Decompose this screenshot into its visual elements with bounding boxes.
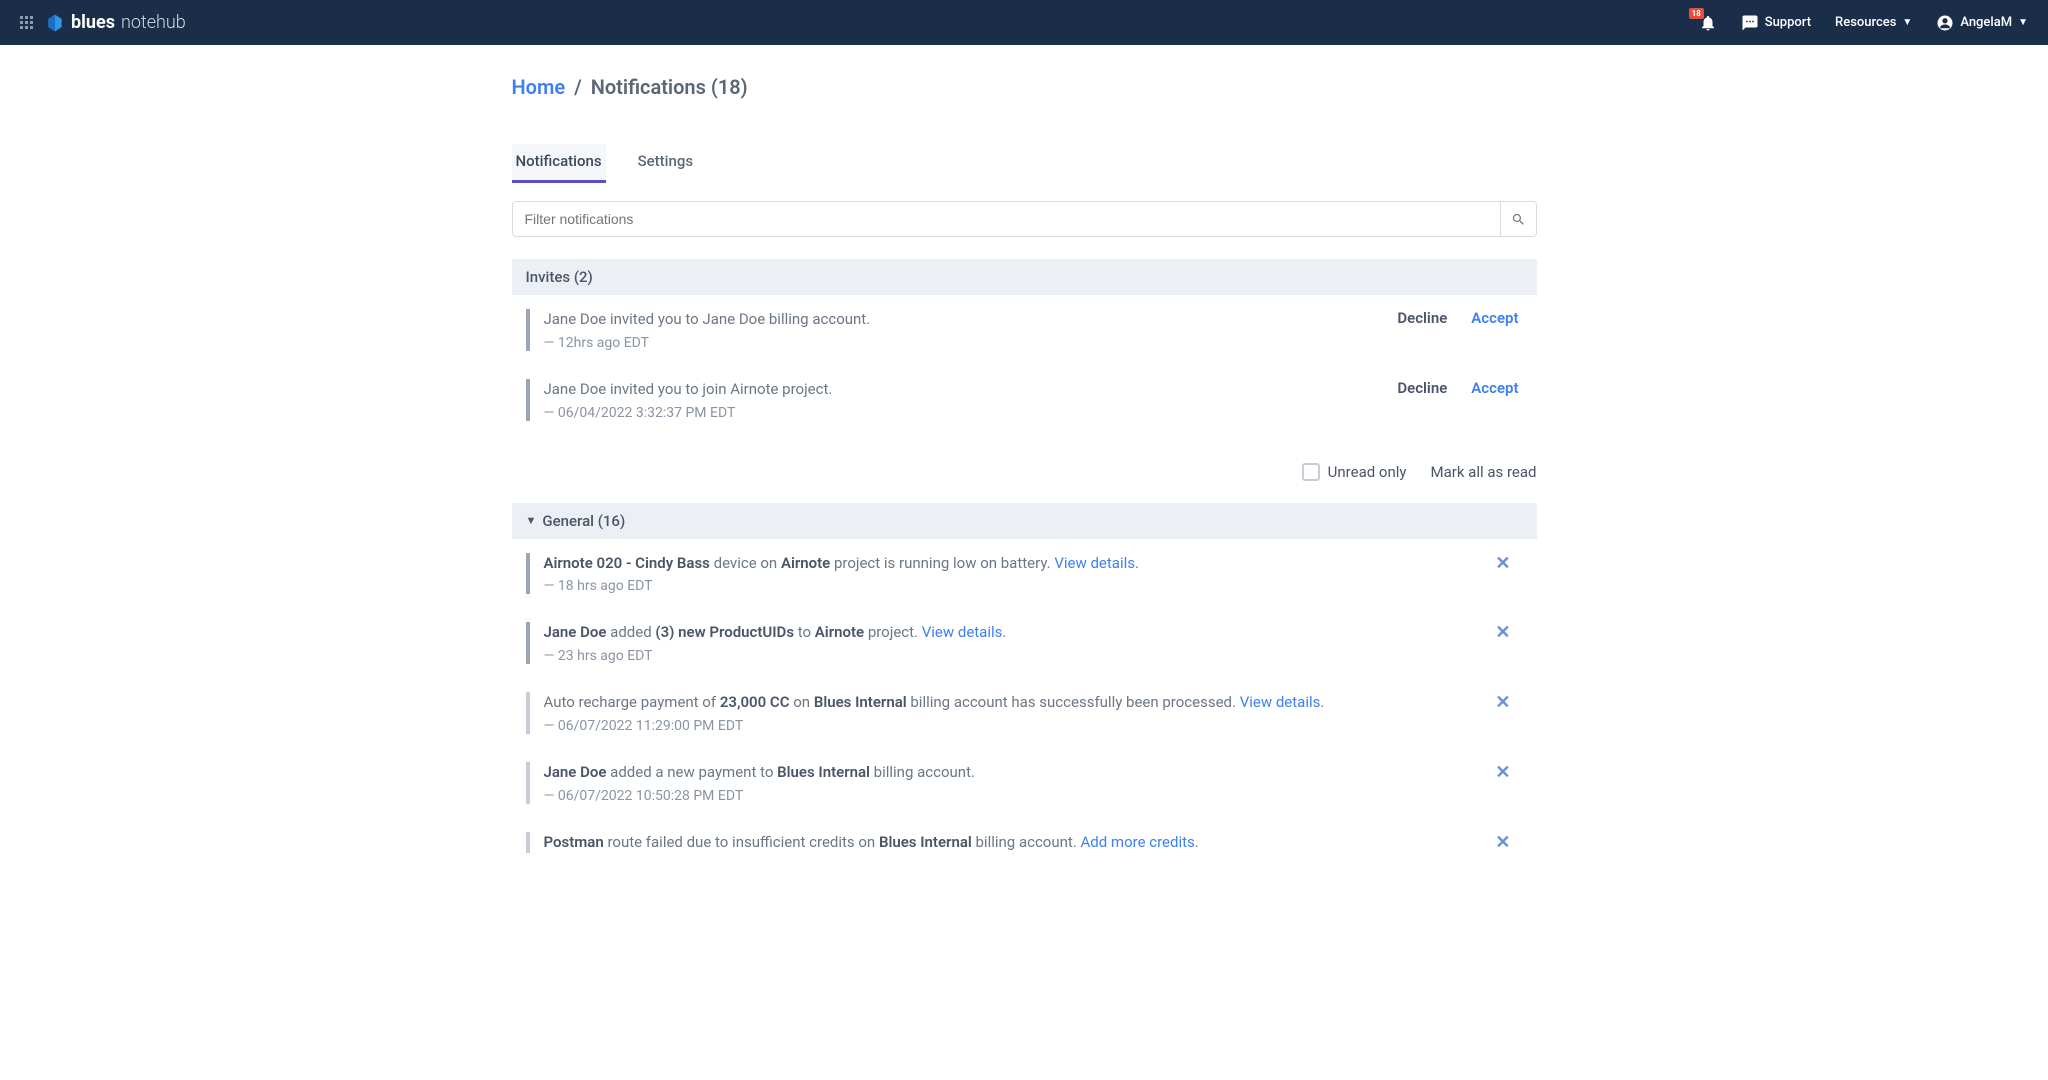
invites-title: Invites (2) [526,268,593,286]
notification-body: Jane Doe added (3) new ProductUIDs to Ai… [544,622,1488,664]
status-bar [526,762,530,804]
breadcrumb-home[interactable]: Home [512,75,566,99]
notification-text: Jane Doe added a new payment to Blues In… [544,762,1488,784]
view-details-link[interactable]: View details [1240,693,1321,711]
accept-button[interactable]: Accept [1471,379,1518,397]
status-bar [526,622,530,664]
invites-header: Invites (2) [512,259,1537,295]
mark-all-read[interactable]: Mark all as read [1431,463,1537,481]
notification-text: Auto recharge payment of 23,000 CC on Bl… [544,692,1488,714]
general-title: General (16) [542,512,625,530]
notification-row: Airnote 020 - Cindy Bass device on Airno… [512,539,1537,609]
general-list: Airnote 020 - Cindy Bass device on Airno… [512,539,1537,868]
invite-body: Jane Doe invited you to Jane Doe billing… [544,309,1398,351]
topbar-right: 18 Support Resources ▼ AngelaM ▼ [1699,14,2028,32]
accept-button[interactable]: Accept [1471,309,1518,327]
logo-text-bold: blues [71,12,115,33]
user-icon [1936,14,1954,32]
tabs: Notifications Settings [512,144,1537,183]
invite-body: Jane Doe invited you to join Airnote pro… [544,379,1398,421]
notification-row: Jane Doe added a new payment to Blues In… [512,748,1537,818]
unread-label: Unread only [1328,463,1407,481]
notification-body: Jane Doe added a new payment to Blues In… [544,762,1488,804]
general-header[interactable]: ▼ General (16) [512,503,1537,539]
notification-time: — 23 hrs ago EDT [544,648,1488,664]
support-label: Support [1765,15,1811,30]
view-details-link[interactable]: Add more credits [1081,833,1195,851]
support-link[interactable]: Support [1741,14,1811,32]
notifications-bell[interactable]: 18 [1699,14,1717,32]
bell-badge: 18 [1689,8,1704,19]
apps-grid-icon[interactable] [20,16,33,29]
notification-body: Airnote 020 - Cindy Bass device on Airno… [544,553,1488,595]
decline-button[interactable]: Decline [1397,379,1447,397]
dismiss-button[interactable]: ✕ [1487,832,1518,853]
checkbox-icon [1302,463,1320,481]
resources-label: Resources [1835,15,1896,30]
breadcrumb-sep: / [574,75,582,99]
view-details-link[interactable]: View details [1054,554,1135,572]
user-menu[interactable]: AngelaM ▼ [1936,14,2028,32]
status-bar [526,832,530,854]
chat-icon [1741,14,1759,32]
invite-text: Jane Doe invited you to join Airnote pro… [544,379,1398,401]
invite-actions: Decline Accept [1397,379,1518,397]
notification-body: Postman route failed due to insufficient… [544,832,1488,854]
dismiss-button[interactable]: ✕ [1487,762,1518,783]
chevron-down-icon: ▼ [1902,17,1912,28]
tab-notifications[interactable]: Notifications [512,144,606,183]
search-row [512,201,1537,237]
dismiss-button[interactable]: ✕ [1487,692,1518,713]
notification-text: Jane Doe added (3) new ProductUIDs to Ai… [544,622,1488,644]
search-button[interactable] [1501,201,1537,237]
invite-time: — 06/04/2022 3:32:37 PM EDT [544,405,1398,421]
search-icon [1511,212,1526,227]
breadcrumb: Home / Notifications (18) [512,45,1537,99]
invite-actions: Decline Accept [1397,309,1518,327]
notification-row: Jane Doe added (3) new ProductUIDs to Ai… [512,608,1537,678]
invite-time: — 12hrs ago EDT [544,335,1398,351]
unread-bar [526,309,530,351]
dismiss-button[interactable]: ✕ [1487,622,1518,643]
notification-row: Auto recharge payment of 23,000 CC on Bl… [512,678,1537,748]
status-bar [526,692,530,734]
dismiss-button[interactable]: ✕ [1487,553,1518,574]
status-bar [526,553,530,595]
invite-row: Jane Doe invited you to join Airnote pro… [512,365,1537,435]
filter-row: Unread only Mark all as read [512,463,1537,481]
logo[interactable]: blues notehub [45,12,186,33]
invite-text: Jane Doe invited you to Jane Doe billing… [544,309,1398,331]
logo-text-light: notehub [121,12,186,33]
unread-bar [526,379,530,421]
topbar: blues notehub 18 Support Resources ▼ Ange… [0,0,2048,45]
unread-only-toggle[interactable]: Unread only [1302,463,1407,481]
chevron-down-icon: ▼ [2018,17,2028,28]
main-container: Home / Notifications (18) Notifications … [492,45,1557,867]
notification-text: Postman route failed due to insufficient… [544,832,1488,854]
user-label: AngelaM [1960,15,2012,30]
caret-down-icon: ▼ [526,514,537,527]
logo-icon [45,13,65,33]
breadcrumb-current: Notifications (18) [591,75,748,99]
notification-time: — 18 hrs ago EDT [544,578,1488,594]
topbar-left: blues notehub [20,12,186,33]
decline-button[interactable]: Decline [1397,309,1447,327]
invites-list: Jane Doe invited you to Jane Doe billing… [512,295,1537,435]
notification-time: — 06/07/2022 10:50:28 PM EDT [544,788,1488,804]
resources-menu[interactable]: Resources ▼ [1835,15,1912,30]
filter-input[interactable] [512,201,1501,237]
invite-row: Jane Doe invited you to Jane Doe billing… [512,295,1537,365]
notification-text: Airnote 020 - Cindy Bass device on Airno… [544,553,1488,575]
view-details-link[interactable]: View details [922,623,1003,641]
tab-settings[interactable]: Settings [634,144,698,183]
notification-body: Auto recharge payment of 23,000 CC on Bl… [544,692,1488,734]
notification-row: Postman route failed due to insufficient… [512,818,1537,868]
notification-time: — 06/07/2022 11:29:00 PM EDT [544,718,1488,734]
